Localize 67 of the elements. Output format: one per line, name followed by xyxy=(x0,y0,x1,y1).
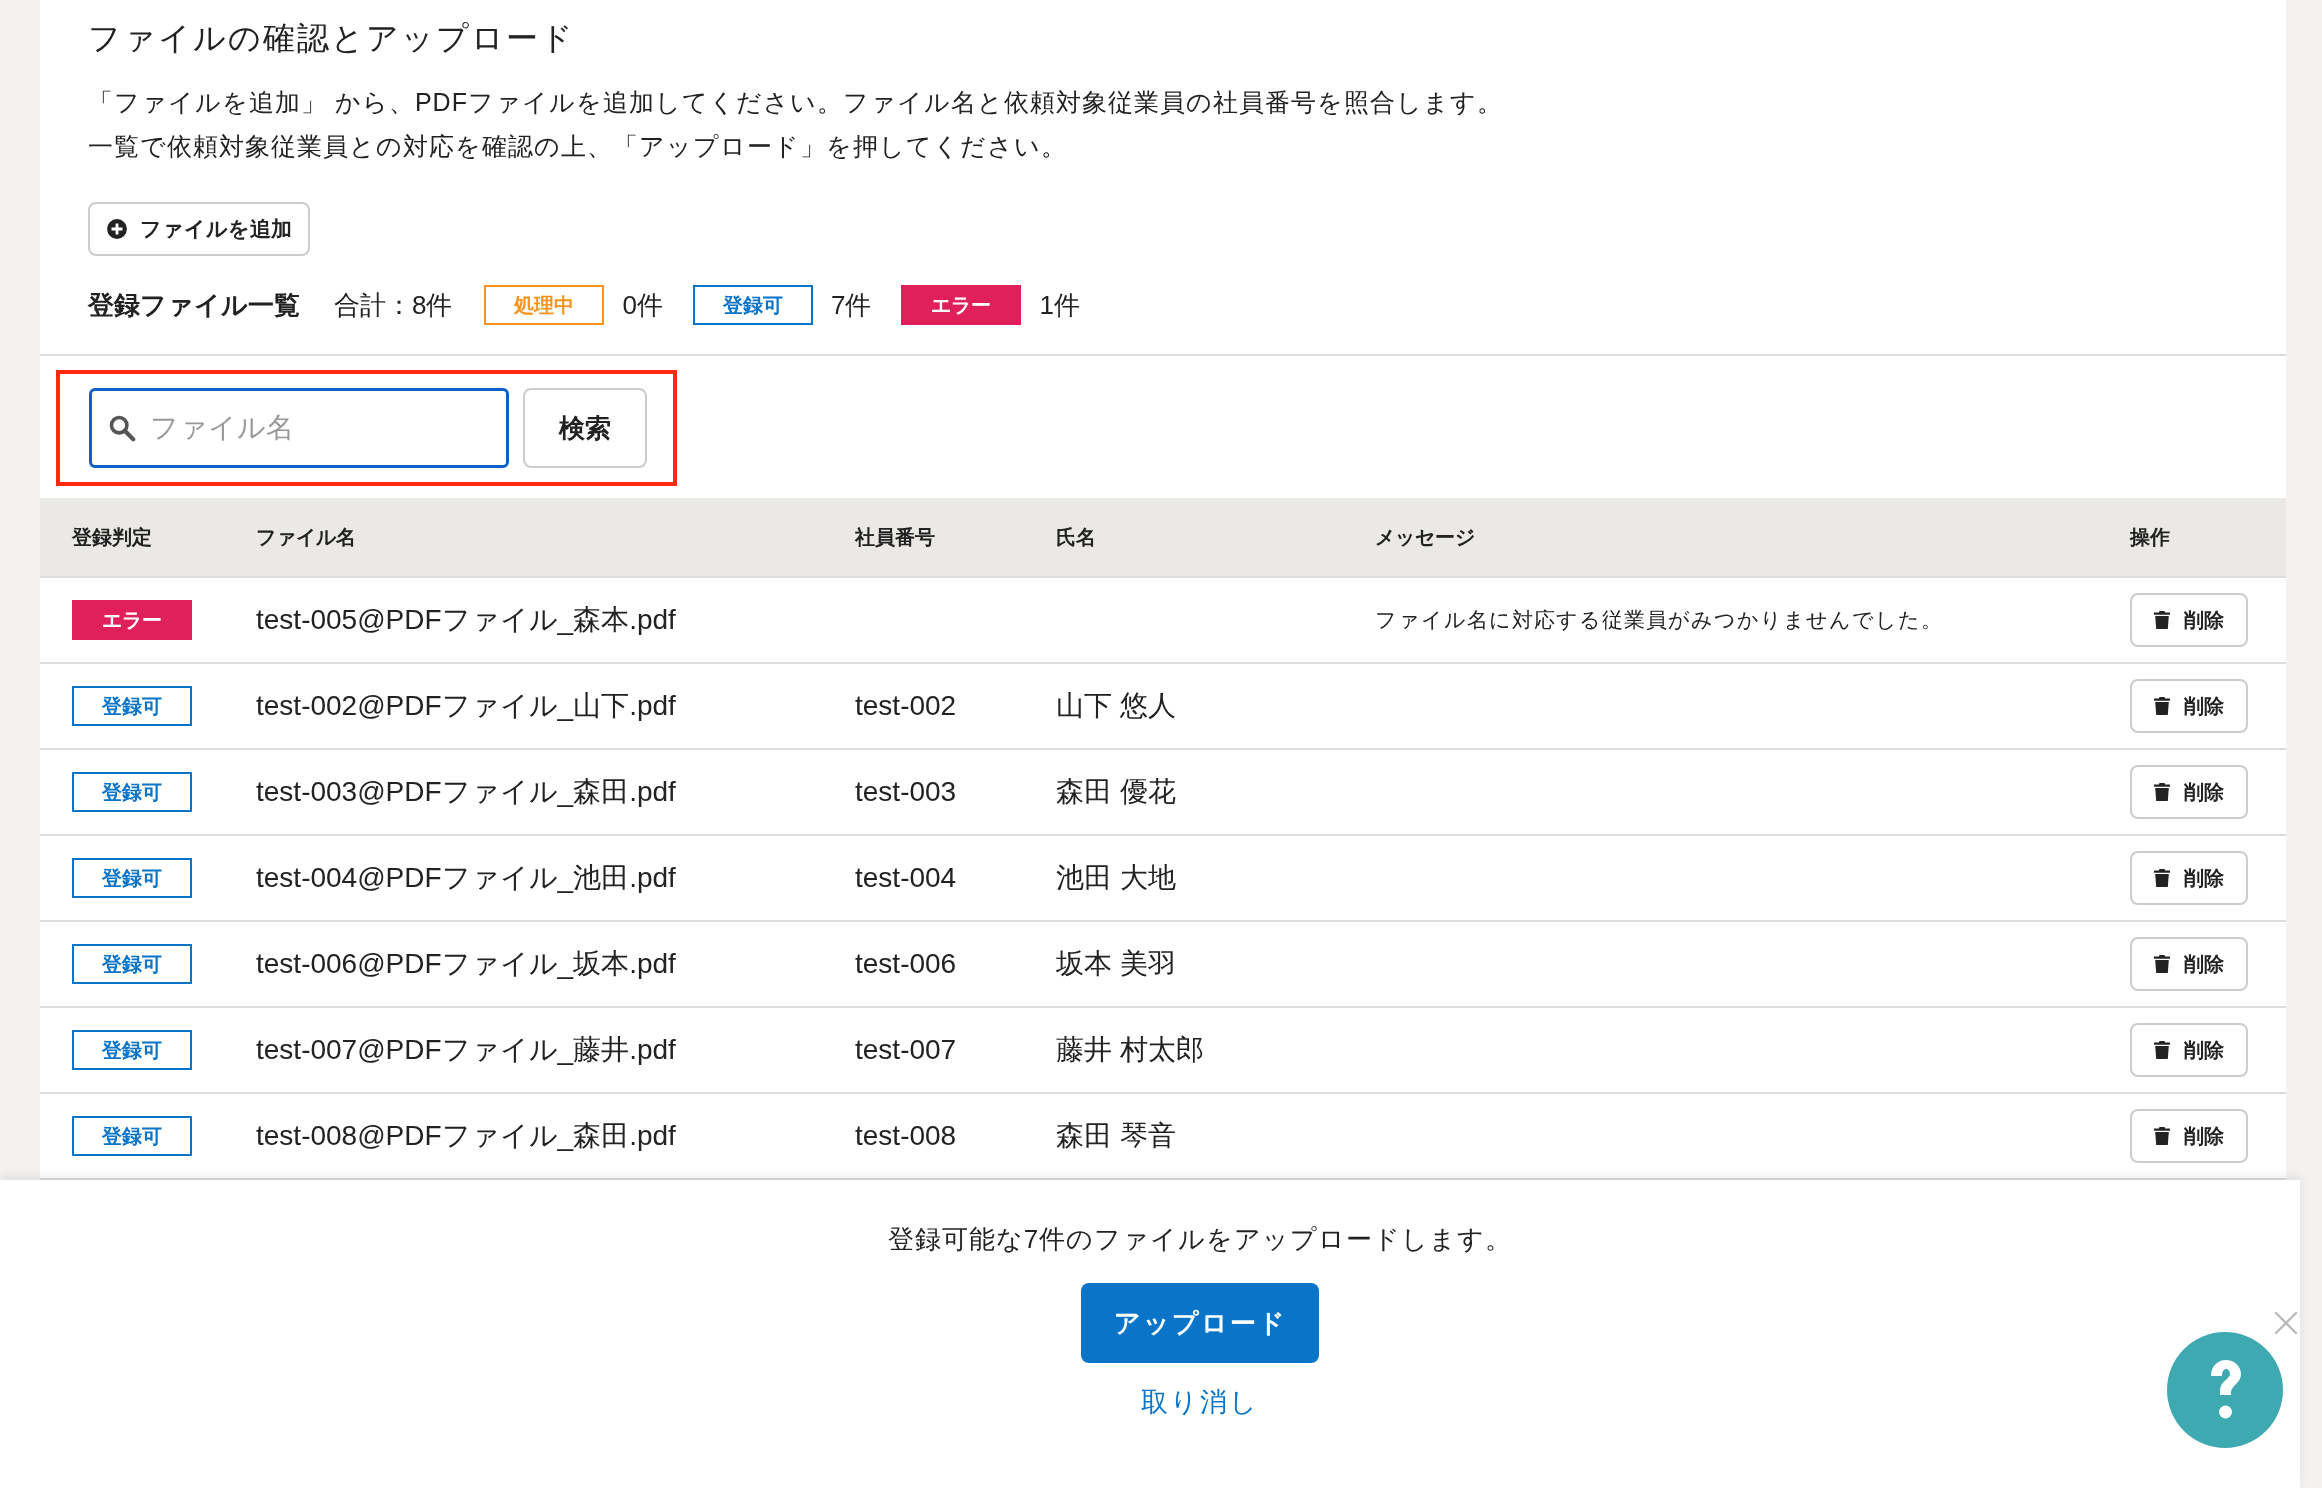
employee-name-cell-text: 山下 悠人 xyxy=(1056,689,1176,723)
delete-button[interactable]: 削除 xyxy=(2130,679,2248,733)
file-name-cell-text: test-006@PDFファイル_坂本.pdf xyxy=(256,947,677,981)
total-count: 合計：8件 xyxy=(334,288,453,322)
column-header: 操作 xyxy=(2130,524,2171,550)
status-badge: 登録可 xyxy=(72,686,192,726)
status-badge: 登録可 xyxy=(72,1030,192,1070)
status-badge: 処理中 xyxy=(484,285,605,325)
file-name-cell-text: test-005@PDFファイル_森本.pdf xyxy=(256,603,677,637)
trash-icon xyxy=(2154,869,2170,887)
trash-icon xyxy=(2154,611,2170,629)
help-bubble-icon[interactable] xyxy=(2167,1332,2283,1448)
description-text: 「ファイルを追加」 から、PDFファイルを追加してください。ファイル名と依頼対象従業員の社員番号を照合します。 xyxy=(88,87,1504,118)
delete-button[interactable]: 削除 xyxy=(2130,851,2248,905)
status-badge: エラー xyxy=(72,600,192,640)
trash-icon xyxy=(2154,697,2170,715)
file-name-cell-text: test-003@PDFファイル_森田.pdf xyxy=(256,775,677,809)
trash-icon xyxy=(2154,783,2170,801)
file-name-cell-text: test-007@PDFファイル_藤井.pdf xyxy=(256,1033,677,1067)
delete-button[interactable]: 削除 xyxy=(2130,765,2248,819)
employee-name-cell-text: 藤井 村太郎 xyxy=(1056,1033,1204,1067)
upload-note: 登録可能な7件のファイルをアップロードします。 xyxy=(887,1223,1513,1256)
search-button[interactable]: 検索 xyxy=(523,388,647,468)
employee-number-cell: test-006 xyxy=(855,948,957,980)
status-count: 1件 xyxy=(1039,288,1080,322)
status-badge: 登録可 xyxy=(72,944,192,984)
employee-number-cell: test-003 xyxy=(855,776,957,808)
message-cell-text: ファイル名に対応する従業員がみつかりませんでした。 xyxy=(1375,607,1943,633)
page-title: ファイルの確認とアップロード xyxy=(88,19,576,58)
employee-number-cell: test-002 xyxy=(855,690,957,722)
trash-icon xyxy=(2154,955,2170,973)
employee-name-cell-text: 森田 優花 xyxy=(1056,775,1176,809)
column-header: 登録判定 xyxy=(71,524,153,550)
cancel-link[interactable]: 取り消し xyxy=(1135,1383,1265,1421)
trash-icon xyxy=(2154,1041,2170,1059)
employee-name-cell-text: 森田 琴音 xyxy=(1056,1119,1176,1153)
employee-number-cell: test-008 xyxy=(855,1120,957,1152)
search-field[interactable]: ファイル名 xyxy=(89,388,509,468)
column-header: メッセージ xyxy=(1375,524,1476,550)
delete-button[interactable]: 削除 xyxy=(2130,593,2248,647)
status-count: 7件 xyxy=(830,288,872,322)
status-badge: 登録可 xyxy=(692,285,813,325)
file-name-cell-text: test-008@PDFファイル_森田.pdf xyxy=(256,1119,677,1153)
status-badge: 登録可 xyxy=(72,858,192,898)
plus-circle-icon xyxy=(106,218,128,240)
status-badge: エラー xyxy=(901,285,1022,325)
status-badge: 登録可 xyxy=(72,1116,192,1156)
column-header: 氏名 xyxy=(1056,524,1097,550)
status-badge: 登録可 xyxy=(72,772,192,812)
employee-name-cell-text: 池田 大地 xyxy=(1056,861,1176,895)
delete-button[interactable]: 削除 xyxy=(2130,1023,2248,1077)
delete-button[interactable]: 削除 xyxy=(2130,1109,2248,1163)
status-count: 0件 xyxy=(622,288,663,322)
list-heading: 登録ファイル一覧 xyxy=(88,288,300,322)
search-icon xyxy=(108,414,136,442)
add-file-button[interactable]: ファイルを追加 xyxy=(88,202,310,256)
employee-number-cell: test-004 xyxy=(855,862,957,894)
employee-name-cell-text: 坂本 美羽 xyxy=(1056,947,1176,981)
file-name-cell-text: test-004@PDFファイル_池田.pdf xyxy=(256,861,677,895)
column-header: ファイル名 xyxy=(256,524,357,550)
trash-icon xyxy=(2154,1127,2170,1145)
file-name-cell-text: test-002@PDFファイル_山下.pdf xyxy=(256,689,677,723)
employee-number-cell: test-007 xyxy=(855,1034,957,1066)
column-header: 社員番号 xyxy=(855,524,936,550)
upload-button[interactable]: アップロード xyxy=(1081,1283,1319,1363)
description-text: 一覧で依頼対象従業員との対応を確認の上、「アップロード」を押してください。 xyxy=(88,131,1068,162)
delete-button[interactable]: 削除 xyxy=(2130,937,2248,991)
